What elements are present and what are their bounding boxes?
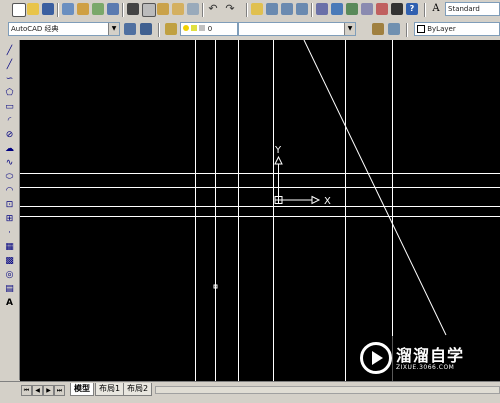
match-properties-icon[interactable] [172,3,184,15]
toolbar-separator [202,3,204,17]
ellipse-icon[interactable]: ⬭ [4,172,15,182]
sheet-set-icon[interactable] [361,3,373,15]
pan-icon[interactable] [251,3,263,15]
construction-line-icon[interactable]: ╱ [4,60,15,70]
ucs-y-label: Y [274,145,282,156]
watermark-url: ZIXUE.3066.COM [396,364,455,371]
toolbar-separator [246,3,248,17]
layer-freeze-icon [191,25,198,31]
color-swatch-icon [417,25,425,33]
help-icon[interactable]: ? [406,3,418,15]
watermark-logo: 溜溜自学 ZIXUE.3066.COM [352,336,472,381]
drawing-canvas[interactable]: Y X 溜溜自学 ZIXUE.3066.COM [20,40,500,381]
make-block-icon[interactable]: ⊞ [4,214,15,224]
text-style-value: Standard [448,5,480,13]
plot-icon[interactable] [107,3,119,15]
undo-icon[interactable]: ↶ [207,3,219,15]
toolbar-separator [158,23,160,37]
arc-icon[interactable]: ◜ [4,116,15,126]
insert-block-icon[interactable]: ⊡ [4,200,15,210]
layer-dropdown[interactable]: ▼ [238,22,356,36]
next-tab-icon[interactable]: ▶ [43,385,54,396]
layer-manager-icon[interactable] [165,23,177,35]
zoom-window-icon[interactable] [281,3,293,15]
toolbar-separator [122,3,124,17]
print-icon[interactable] [62,3,74,15]
hatch-icon[interactable]: ▦ [4,242,15,252]
ucs-x-label: X [324,196,331,207]
layer-value: 0 [207,25,213,33]
line-icon[interactable]: ╱ [4,46,15,56]
markup-icon[interactable] [376,3,388,15]
new-file-icon[interactable] [12,3,26,17]
paste-icon[interactable] [157,3,169,15]
multiline-text-icon[interactable]: A [4,298,15,308]
text-style-icon[interactable]: A [430,3,442,15]
prev-tab-icon[interactable]: ◀ [32,385,43,396]
layout-tabs-bar: ⏮ ◀ ▶ ⏭ 模型 布局1 布局2 [0,381,500,403]
rectangle-icon[interactable]: ▭ [4,102,15,112]
last-tab-icon[interactable]: ⏭ [54,385,65,396]
tab-layout1[interactable]: 布局1 [95,383,125,396]
tool-palettes-icon[interactable] [346,3,358,15]
copy-icon[interactable] [142,3,156,17]
cut-icon[interactable] [127,3,139,15]
gradient-icon[interactable]: ▩ [4,256,15,266]
horizontal-scrollbar[interactable] [155,386,500,394]
toolbar-separator [406,23,408,37]
workspace-combo[interactable]: AutoCAD 经典 ▼ [8,22,120,36]
first-tab-icon[interactable]: ⏮ [21,385,32,396]
layer-combo[interactable]: 0 [180,22,238,36]
calculator-icon[interactable] [391,3,403,15]
ucs-icon [274,155,321,205]
text-style-combo[interactable]: Standard [445,2,500,16]
save-icon[interactable] [42,3,54,15]
workspace-save-icon[interactable] [140,23,152,35]
properties-icon[interactable] [316,3,328,15]
polygon-icon[interactable]: ⬠ [4,88,15,98]
circle-icon[interactable]: ⊘ [4,130,15,140]
layer-lock-icon [199,25,206,31]
open-file-icon[interactable] [27,3,39,15]
point-icon[interactable]: · [4,228,15,238]
design-center-icon[interactable] [331,3,343,15]
layer-on-icon [183,25,189,31]
polyline-icon[interactable]: ∽ [4,74,15,84]
publish-icon[interactable] [92,3,104,15]
spline-icon[interactable]: ∿ [4,158,15,168]
make-object-layer-current-icon[interactable] [372,23,384,35]
watermark-title: 溜溜自学 [396,346,465,365]
play-logo-icon [360,342,392,374]
toolbar-separator [57,3,59,17]
workspace-value: AutoCAD 经典 [11,25,59,33]
redo-icon[interactable]: ↷ [224,3,236,15]
print-preview-icon[interactable] [77,3,89,15]
layers-toolbar: AutoCAD 经典 ▼ 0 ▼ ByLayer [0,20,500,41]
zoom-previous-icon[interactable] [296,3,308,15]
chevron-down-icon: ▼ [108,23,119,35]
toolbar-separator [311,3,313,17]
table-icon[interactable]: ▤ [4,284,15,294]
tab-model[interactable]: 模型 [70,383,94,396]
layer-previous-icon[interactable] [388,23,400,35]
tab-layout2[interactable]: 布局2 [123,383,153,396]
revision-cloud-icon[interactable]: ☁ [4,144,15,154]
color-combo[interactable]: ByLayer [414,22,500,36]
color-value: ByLayer [427,25,456,33]
block-editor-icon[interactable] [187,3,199,15]
zoom-realtime-icon[interactable] [266,3,278,15]
chevron-down-icon: ▼ [344,23,355,35]
workspace-settings-icon[interactable] [124,23,136,35]
region-icon[interactable]: ◎ [4,270,15,280]
draw-toolbar: ╱ ╱ ∽ ⬠ ▭ ◜ ⊘ ☁ ∿ ⬭ ◠ ⊡ ⊞ · ▦ ▩ ◎ ▤ A [0,40,20,380]
drawing-svg: Y X [20,40,500,381]
standard-toolbar: ↶ ↷ ? A Standard [0,0,500,21]
ellipse-arc-icon[interactable]: ◠ [4,186,15,196]
toolbar-separator [424,3,426,17]
